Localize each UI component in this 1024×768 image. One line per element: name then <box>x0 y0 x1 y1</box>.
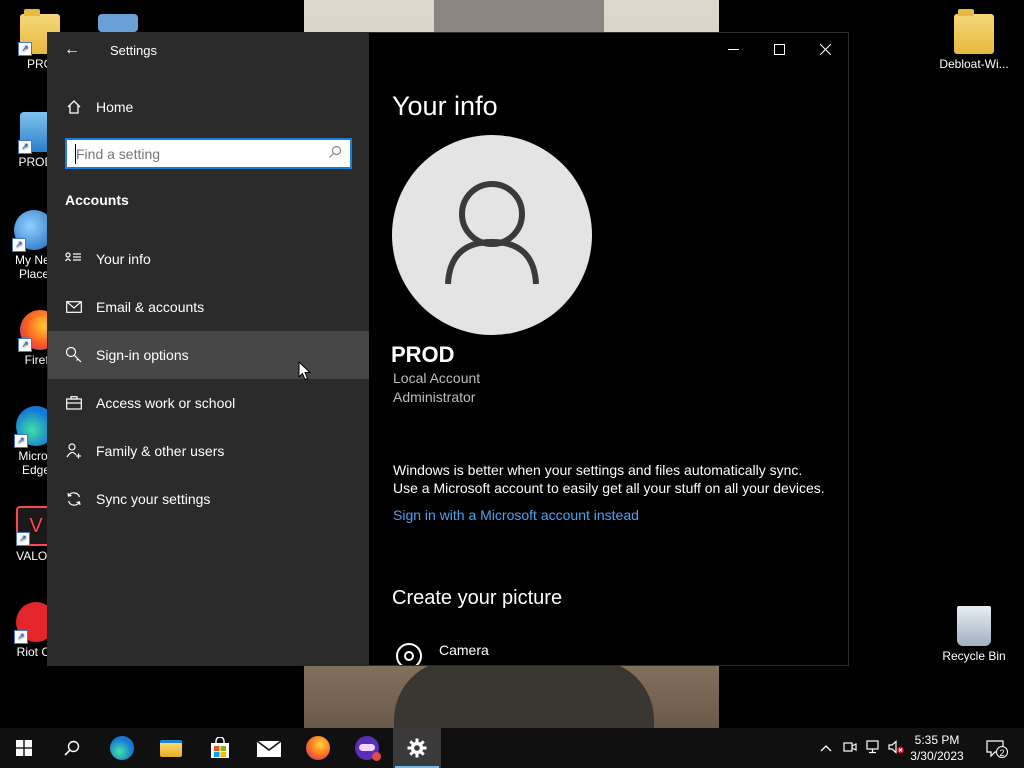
clock-date: 3/30/2023 <box>910 749 964 763</box>
taskbar-mail[interactable] <box>245 728 293 768</box>
desktop-icon-control-panel[interactable] <box>96 14 140 32</box>
camera-option[interactable]: Camera <box>392 637 692 665</box>
search-box[interactable] <box>65 138 352 169</box>
taskbar-file-explorer[interactable] <box>147 728 195 768</box>
network-icon[interactable] <box>866 740 882 756</box>
taskbar-clock[interactable]: 5:35 PM 3/30/2023 <box>902 732 972 764</box>
tray-overflow-chevron-icon[interactable] <box>818 740 834 756</box>
file-explorer-icon <box>160 739 182 757</box>
desktop-icon-debloat-folder[interactable]: Debloat-Wi... <box>934 9 1014 71</box>
sidebar-item-label: Access work or school <box>96 395 236 411</box>
settings-window: ← Settings Home Accounts Your info <box>47 32 849 666</box>
shortcut-arrow-icon: ↗ <box>16 532 30 546</box>
person-list-icon <box>65 250 83 268</box>
create-picture-heading: Create your picture <box>392 587 563 609</box>
account-type: Local Account <box>393 370 481 386</box>
sidebar-item-family-other-users[interactable]: Family & other users <box>48 427 369 475</box>
wallpaper-figure-body <box>394 660 654 728</box>
window-title: Settings <box>110 43 157 58</box>
taskbar-app-mask[interactable] <box>343 728 391 768</box>
sidebar-item-label: Home <box>96 99 134 115</box>
taskbar-firefox[interactable] <box>294 728 342 768</box>
avatar-person-icon <box>445 181 539 285</box>
sidebar-item-label: Family & other users <box>96 443 225 459</box>
windows-logo-icon <box>16 740 32 756</box>
mail-icon <box>257 740 281 757</box>
sidebar-item-label: Your info <box>96 251 151 267</box>
edge-icon <box>110 736 134 760</box>
account-role: Administrator <box>393 389 476 405</box>
section-heading-accounts: Accounts <box>65 192 129 208</box>
system-tray: 5:35 PM 3/30/2023 2 <box>804 728 1024 768</box>
mouse-cursor-icon <box>298 361 311 381</box>
person-add-icon <box>65 442 83 460</box>
taskbar-settings[interactable] <box>393 728 441 768</box>
store-icon <box>211 737 229 758</box>
search-input[interactable] <box>75 144 316 164</box>
shortcut-arrow-icon: ↗ <box>12 238 26 252</box>
sidebar-item-label: Sign-in options <box>96 347 189 363</box>
mask-app-icon <box>355 736 381 761</box>
sidebar-item-sign-in-options[interactable]: Sign-in options <box>48 331 369 379</box>
control-panel-icon <box>98 14 138 32</box>
taskbar-microsoft-store[interactable] <box>196 728 244 768</box>
notification-count-badge: 2 <box>999 748 1005 758</box>
titlebar: ← Settings <box>48 33 369 67</box>
recycle-bin-icon <box>957 606 991 646</box>
clock-time: 5:35 PM <box>914 733 960 747</box>
sidebar-item-email-accounts[interactable]: Email & accounts <box>48 283 369 331</box>
gear-icon <box>407 738 427 758</box>
folder-icon <box>954 9 994 54</box>
sync-icon <box>65 490 83 508</box>
avatar <box>392 135 592 335</box>
sync-description-line-2: Use a Microsoft account to easily get al… <box>393 480 825 496</box>
mail-icon <box>65 298 83 316</box>
user-name: PROD <box>391 342 455 367</box>
shortcut-arrow-icon: ↗ <box>18 338 32 352</box>
sidebar-item-label: Email & accounts <box>96 299 205 315</box>
key-icon <box>65 346 83 364</box>
start-button[interactable] <box>0 728 48 768</box>
desktop-icon-label: Recycle Bin <box>942 649 1006 663</box>
sidebar-item-label: Sync your settings <box>96 491 211 507</box>
taskbar: 5:35 PM 3/30/2023 2 <box>0 728 1024 768</box>
firefox-icon <box>306 736 330 760</box>
sync-description-line-1: Windows is better when your settings and… <box>393 462 803 478</box>
sidebar: ← Settings Home Accounts Your info <box>48 33 369 665</box>
shortcut-arrow-icon: ↗ <box>18 140 32 154</box>
shortcut-arrow-icon: ↗ <box>18 42 32 56</box>
taskbar-search-button[interactable] <box>48 728 96 768</box>
back-arrow-icon: ← <box>64 41 80 58</box>
camera-label: Camera <box>439 642 489 658</box>
shortcut-arrow-icon: ↗ <box>14 434 28 448</box>
camera-icon <box>396 643 422 665</box>
desktop-icon-label: Debloat-Wi... <box>939 57 1009 71</box>
content-pane: Your info PROD Local Account Administrat… <box>369 33 848 665</box>
sidebar-item-your-info[interactable]: Your info <box>48 235 369 283</box>
taskbar-edge[interactable] <box>98 728 146 768</box>
sidebar-item-sync-settings[interactable]: Sync your settings <box>48 475 369 523</box>
notification-center-icon[interactable]: 2 <box>986 740 1008 758</box>
home-icon <box>65 98 83 116</box>
shortcut-arrow-icon: ↗ <box>14 630 28 644</box>
search-icon <box>64 740 80 756</box>
meet-now-icon[interactable] <box>842 740 858 756</box>
microsoft-account-link[interactable]: Sign in with a Microsoft account instead <box>393 507 639 523</box>
sidebar-item-access-work-school[interactable]: Access work or school <box>48 379 369 427</box>
briefcase-icon <box>65 394 83 412</box>
sidebar-item-home[interactable]: Home <box>48 83 369 131</box>
desktop-icon-recycle-bin[interactable]: Recycle Bin <box>934 606 1014 663</box>
back-button[interactable]: ← <box>58 38 86 62</box>
page-title: Your info <box>392 91 498 121</box>
search-icon[interactable] <box>328 145 344 161</box>
